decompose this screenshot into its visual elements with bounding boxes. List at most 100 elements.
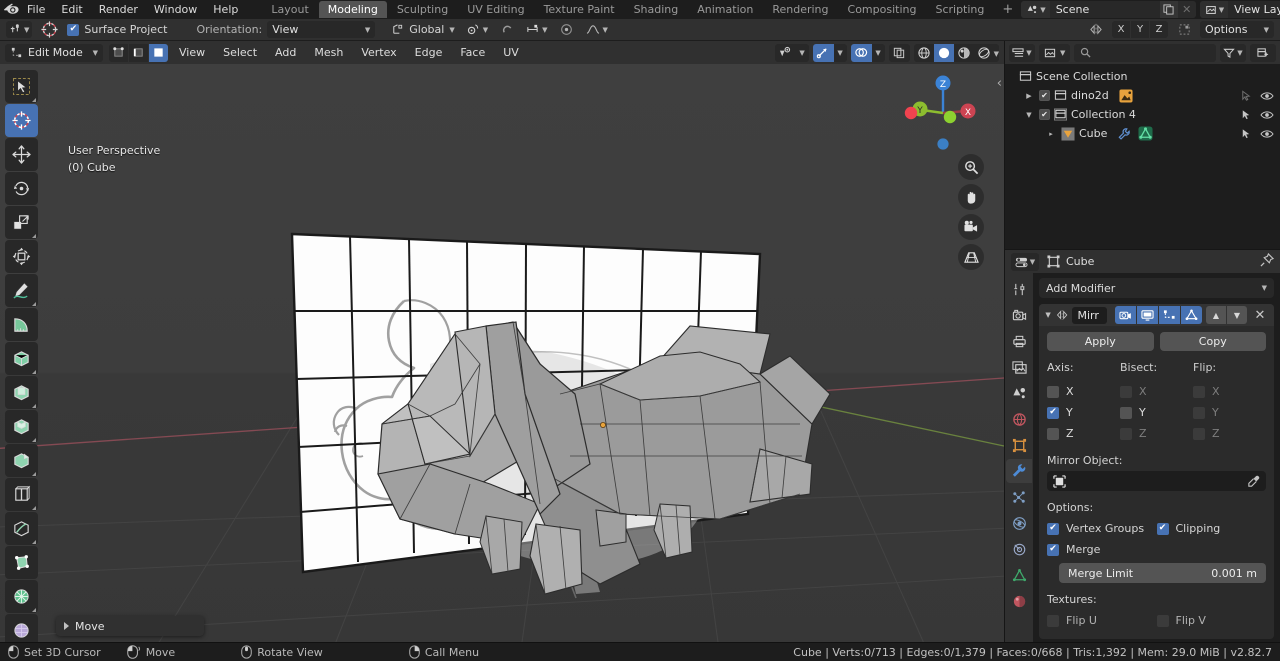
workspace-tab-texture-paint[interactable]: Texture Paint [535,1,624,18]
bisect-x-row[interactable]: X [1120,381,1193,402]
eye-icon[interactable] [1260,90,1274,102]
eyedropper-icon[interactable] [1247,475,1260,488]
scene-datablock[interactable]: ▼ Scene ✕ [1021,1,1196,18]
disclosure-triangle-icon[interactable]: ▼ [1023,111,1035,119]
outliner-search-input[interactable] [1074,43,1216,62]
add-modifier-button[interactable]: Add Modifier ▼ [1039,278,1274,298]
material-preview-shading-button[interactable] [954,44,974,62]
realtime-visibility-toggle[interactable] [1137,306,1158,324]
workspace-tab-uv-editing[interactable]: UV Editing [458,1,533,18]
zoom-view-button[interactable] [958,154,984,180]
properties-tab-object[interactable] [1006,433,1032,457]
scale-tool[interactable] [5,206,38,239]
tweak-select-box-tool[interactable] [5,70,38,103]
outliner-row-dino2d[interactable]: ▶ dino2d [1005,86,1280,105]
proportional-editing-icon[interactable] [556,21,578,38]
flip-x-row[interactable]: X [1193,381,1266,402]
gizmo-icon[interactable] [812,43,834,62]
menu-render[interactable]: Render [91,1,146,18]
axis-x-checkbox[interactable] [1047,385,1059,398]
eye-icon[interactable] [1260,128,1274,140]
extrude-region-tool[interactable] [5,376,38,409]
bisect-x-checkbox[interactable] [1120,385,1132,398]
toggle-xray-icon[interactable] [889,44,910,62]
flip-z-row[interactable]: Z [1193,423,1266,444]
mirror-options-icon[interactable] [1173,21,1195,38]
on-cage-toggle[interactable] [1181,306,1202,324]
transform-orientation-dropdown[interactable]: Global ▼ [388,21,457,38]
camera-view-button[interactable] [958,214,984,240]
outliner-filter-button[interactable]: ▼ [1220,43,1246,62]
properties-tab-view-layer[interactable] [1006,355,1032,379]
outliner-row-collection-4[interactable]: ▼ Collection 4 [1005,105,1280,124]
mirror-z-button[interactable]: Z [1150,21,1168,38]
navigation-gizmo[interactable]: Z Y X [904,72,982,150]
poly-build-tool[interactable] [5,546,38,579]
object-visibility-dropdown[interactable]: ▼ [796,44,809,62]
solid-shading-button[interactable] [933,43,954,62]
viewport-menu-mesh[interactable]: Mesh [307,44,350,62]
properties-tab-modifier[interactable] [1006,459,1032,483]
vertex-select-button[interactable] [109,43,128,62]
workspace-tab-scripting[interactable]: Scripting [926,1,993,18]
blender-logo-icon[interactable] [4,1,19,18]
workspace-tab-animation[interactable]: Animation [688,1,762,18]
bisect-z-row[interactable]: Z [1120,423,1193,444]
chevron-left-icon[interactable]: ‹ [997,76,1002,91]
eye-icon[interactable] [1260,109,1274,121]
viewport-menu-edge[interactable]: Edge [408,44,450,62]
vertex-groups-checkbox[interactable] [1047,522,1059,535]
merge-limit-field[interactable]: Merge Limit 0.001 m [1059,563,1266,583]
triangle-down-icon[interactable]: ▼ [1044,311,1052,319]
cursor-select-icon[interactable] [1240,89,1252,102]
copy-modifier-button[interactable]: Copy [1159,332,1266,351]
surface-project-checkbox[interactable] [67,23,80,36]
loop-cut-tool[interactable] [5,478,38,511]
outliner-row-scene-collection[interactable]: Scene Collection [1005,67,1280,86]
viewport-menu-uv[interactable]: UV [496,44,526,62]
outliner-display-mode-dropdown[interactable]: ▼ [1039,43,1071,62]
viewport-menu-view[interactable]: View [172,44,212,62]
scene-name[interactable]: Scene [1050,1,1160,18]
disclosure-triangle-icon[interactable]: ▸ [1045,130,1057,138]
viewport-menu-vertex[interactable]: Vertex [354,44,403,62]
options-dropdown[interactable]: Options ▼ [1200,21,1274,38]
vertex-groups-row[interactable]: Vertex Groups [1047,518,1157,539]
move-tool[interactable] [5,138,38,171]
bisect-z-checkbox[interactable] [1120,427,1132,440]
knife-tool[interactable] [5,512,38,545]
flip-x-checkbox[interactable] [1193,385,1205,398]
outliner-new-collection-button[interactable] [1250,43,1276,62]
smooth-tool[interactable] [5,614,38,642]
face-select-button[interactable] [149,43,168,62]
annotate-tool[interactable] [5,274,38,307]
edge-select-button[interactable] [129,43,148,62]
flip-v-row[interactable]: Flip V [1156,610,1267,631]
toggle-perspective-button[interactable] [958,244,984,270]
falloff-curve-icon[interactable]: ▼ [583,21,611,38]
bisect-y-row[interactable]: Y [1120,402,1193,423]
cursor-tool[interactable] [5,104,38,137]
properties-tab-render[interactable] [1006,303,1032,327]
transform-tool[interactable] [5,240,38,273]
merge-checkbox[interactable] [1047,543,1059,556]
properties-tab-output[interactable] [1006,329,1032,353]
add-cube-tool[interactable] [5,342,38,375]
axis-y-checkbox[interactable] [1047,406,1059,419]
gizmo-dropdown[interactable]: ▼ [834,44,847,62]
3d-cursor-icon[interactable] [37,21,62,38]
orientation-dropdown[interactable]: View ▼ [267,21,376,38]
properties-tab-scene[interactable] [1006,381,1032,405]
properties-tab-tool[interactable] [1006,277,1032,301]
viewport-menu-face[interactable]: Face [453,44,492,62]
wireframe-shading-button[interactable] [914,44,934,62]
object-visibility-icon[interactable] [775,44,796,62]
workspace-tab-layout[interactable]: Layout [262,1,317,18]
flip-u-checkbox[interactable] [1047,614,1059,627]
delete-modifier-button[interactable]: ✕ [1251,306,1269,324]
properties-tab-physics[interactable] [1006,511,1032,535]
flip-z-checkbox[interactable] [1193,427,1205,440]
mirror-object-field[interactable] [1047,471,1266,491]
mode-dropdown[interactable]: Edit Mode ▼ [5,43,103,62]
rotate-tool[interactable] [5,172,38,205]
